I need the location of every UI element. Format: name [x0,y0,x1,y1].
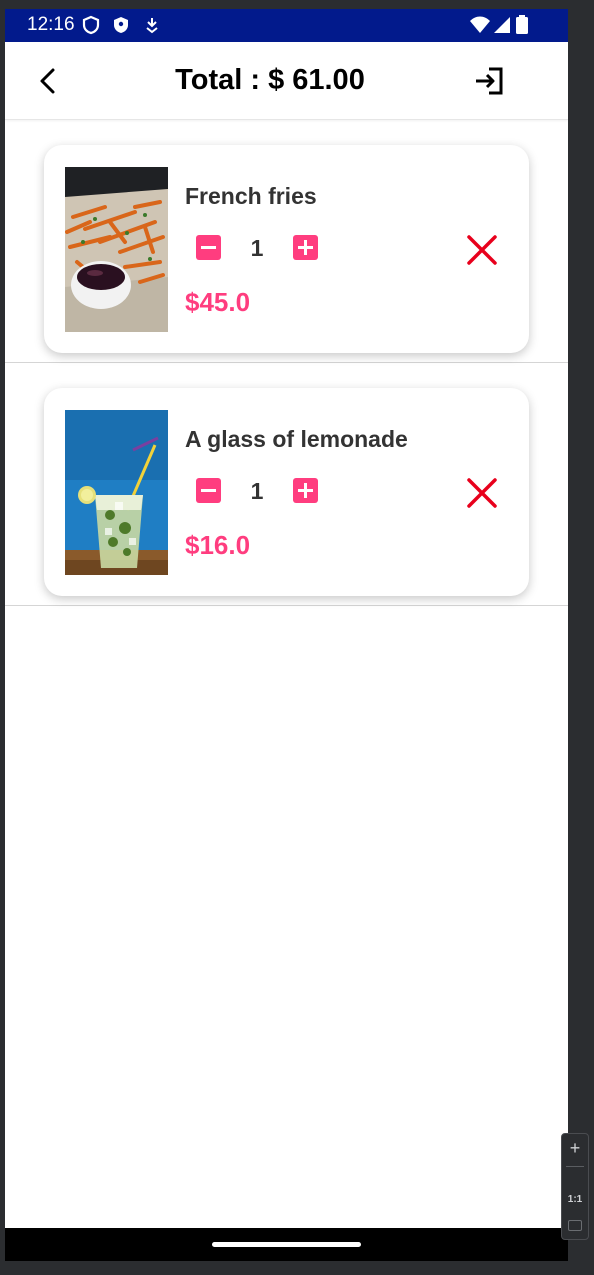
download-icon [142,15,162,35]
system-navigation-bar [5,1228,568,1261]
fit-screen-icon[interactable] [568,1220,582,1231]
increase-quantity-button[interactable] [293,478,318,503]
status-time: 12:16 [27,14,75,35]
phone-screen: 12:16 Total : $ 61.00 French fries 1 $45… [5,9,568,1261]
item-name: French fries [185,183,317,209]
item-quantity: 1 [250,235,264,261]
actual-size-button[interactable]: 1:1 [564,1194,586,1205]
home-gesture-handle[interactable] [212,1242,361,1247]
item-price: $16.0 [185,530,251,560]
cart-list-item: A glass of lemonade 1 $16.0 [5,363,568,606]
item-quantity: 1 [250,478,264,504]
lemonade-photo [65,410,168,575]
close-icon[interactable] [465,476,499,510]
shield-filled-icon [111,15,131,35]
cart-list: French fries 1 $45.0 A glass of lemonade… [5,120,568,606]
zoom-out-button[interactable] [566,1166,584,1167]
arrow-back-icon[interactable] [35,66,63,96]
close-icon[interactable] [465,233,499,267]
shield-outline-icon [81,15,101,35]
wifi-icon [469,15,491,35]
item-name: A glass of lemonade [185,426,408,452]
minus-icon [201,246,216,249]
window-top-edge [0,0,594,9]
minus-icon [201,489,216,492]
app-bar: Total : $ 61.00 [5,42,568,120]
plus-icon-vertical [304,483,307,498]
cart-total-title: Total : $ 61.00 [175,64,365,96]
plus-icon-vertical [304,240,307,255]
window-bottom-strip [0,1261,594,1275]
increase-quantity-button[interactable] [293,235,318,260]
signal-icon [492,15,512,35]
emulator-zoom-panel: + 1:1 [561,1133,589,1240]
zoom-in-button[interactable]: + [566,1138,584,1158]
item-price: $45.0 [185,287,251,317]
decrease-quantity-button[interactable] [196,235,221,260]
cart-item-card[interactable]: A glass of lemonade 1 $16.0 [44,388,529,596]
battery-icon [515,15,529,35]
cart-item-card[interactable]: French fries 1 $45.0 [44,145,529,353]
login-icon[interactable] [471,64,505,98]
cart-list-item: French fries 1 $45.0 [5,120,568,363]
decrease-quantity-button[interactable] [196,478,221,503]
french-fries-photo [65,167,168,332]
status-bar: 12:16 [5,9,568,42]
